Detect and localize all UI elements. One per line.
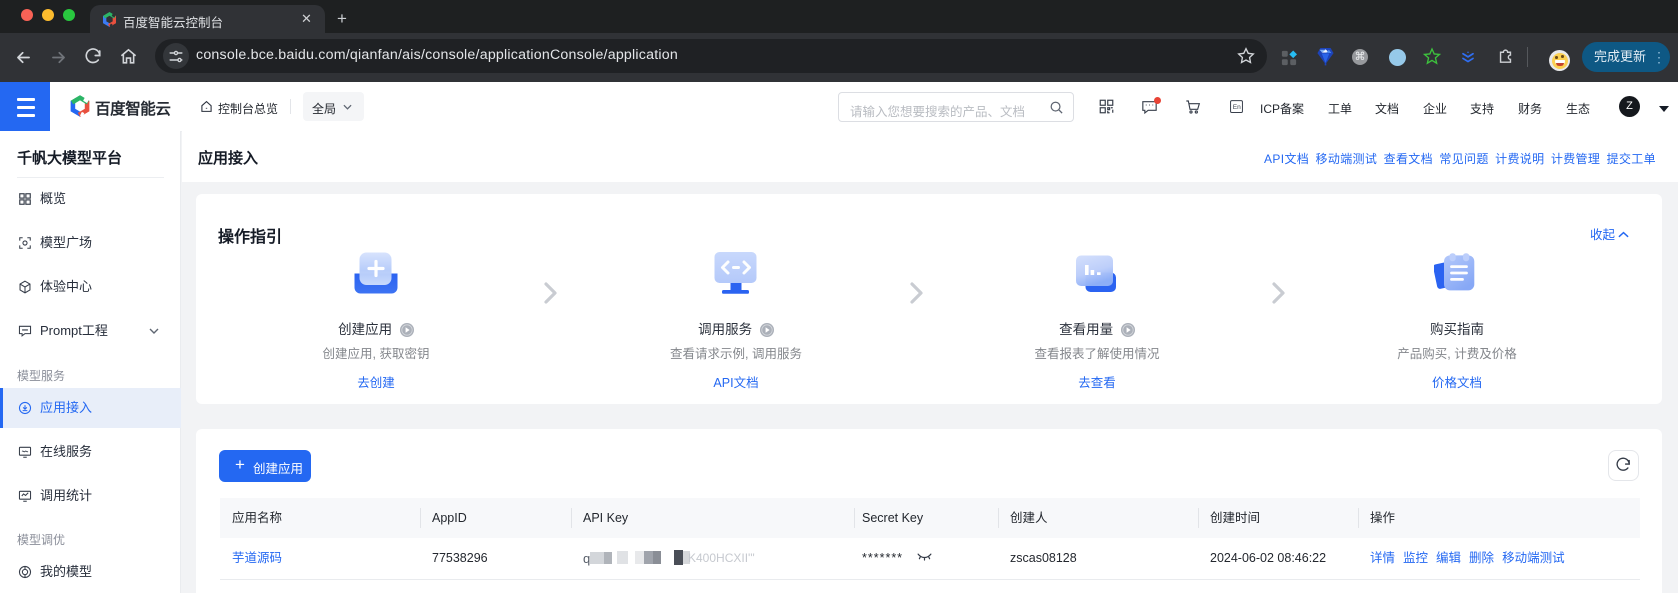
svg-text:En: En <box>1233 104 1241 111</box>
